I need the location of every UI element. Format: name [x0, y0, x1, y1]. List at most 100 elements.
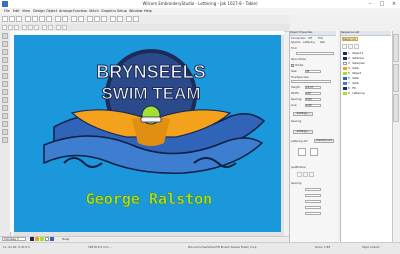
- auto-digitize-tool-icon[interactable]: [2, 105, 8, 111]
- height-field[interactable]: 14.07: [305, 86, 321, 89]
- color-film-icon[interactable]: [110, 16, 116, 22]
- ungroup-icon[interactable]: [62, 25, 67, 30]
- align-left-icon[interactable]: [22, 25, 27, 30]
- stitch-player-icon[interactable]: [117, 16, 123, 22]
- color-swatch-navy[interactable]: [30, 237, 34, 241]
- fill-tool-icon[interactable]: [2, 65, 8, 71]
- group-icon[interactable]: [56, 25, 61, 30]
- grid-icon[interactable]: [78, 16, 84, 22]
- arc-preview-icon[interactable]: [298, 148, 306, 156]
- object-properties-vtab[interactable]: [393, 34, 399, 62]
- tab-lettering[interactable]: Lettering: [303, 41, 315, 44]
- team-names-tool-icon[interactable]: [2, 97, 8, 103]
- seq-down-icon[interactable]: [348, 44, 353, 49]
- sequence-row[interactable]: 9 Lettering: [348, 91, 390, 96]
- seq-up-icon[interactable]: [342, 44, 347, 49]
- color-swatch-lime[interactable]: [40, 237, 44, 241]
- select-icon[interactable]: [2, 25, 7, 30]
- undo-icon[interactable]: [55, 16, 61, 22]
- size-field[interactable]: 30: [305, 70, 321, 73]
- line-field[interactable]: 0.00: [305, 104, 321, 107]
- menu-window[interactable]: Window: [129, 9, 142, 13]
- lettering-icon[interactable]: [14, 25, 19, 30]
- menu-view[interactable]: View: [22, 9, 30, 13]
- open-icon[interactable]: [9, 16, 15, 22]
- menu-function[interactable]: Function: [73, 9, 87, 13]
- menu-setup[interactable]: Setup: [117, 9, 127, 13]
- text-tool-icon[interactable]: [2, 49, 8, 55]
- zoom-icon[interactable]: [71, 16, 77, 22]
- slant-field[interactable]: [305, 212, 321, 215]
- pointer-tool-icon[interactable]: [2, 33, 8, 39]
- design-list-tab[interactable]: Design List: [342, 37, 358, 41]
- settings-button[interactable]: Settings...: [293, 112, 313, 116]
- travel-icon[interactable]: [101, 16, 107, 22]
- hoop-icon[interactable]: [126, 16, 132, 22]
- tab-sati[interactable]: Sati: [320, 41, 325, 44]
- minimize-button[interactable]: –: [364, 0, 376, 8]
- design-canvas[interactable]: BRYNSEELS SWIM TEAM George Ralston: [14, 35, 284, 232]
- tab-off[interactable]: Off: [308, 37, 312, 40]
- tab-connectors[interactable]: Connectors: [291, 37, 306, 40]
- menu-object[interactable]: Object: [46, 9, 57, 13]
- close-button[interactable]: ×: [388, 0, 400, 8]
- branching-tool-icon[interactable]: [2, 113, 8, 119]
- menu-stitch[interactable]: Stitch: [89, 9, 99, 13]
- satin-tool-icon[interactable]: [2, 57, 8, 63]
- show-objects-icon[interactable]: [94, 16, 100, 22]
- font-select[interactable]: [296, 52, 334, 55]
- justify-left-icon[interactable]: [297, 172, 302, 177]
- settings-button-2[interactable]: Settings...: [293, 130, 313, 134]
- weld-tool-icon[interactable]: [2, 129, 8, 135]
- spacing-field[interactable]: 0.00: [305, 98, 321, 101]
- show-stitches-icon[interactable]: [87, 16, 93, 22]
- kerning-field[interactable]: [305, 194, 321, 197]
- knife-tool-icon[interactable]: [2, 121, 8, 127]
- printer-checkbox[interactable]: [291, 64, 294, 67]
- tab-fills[interactable]: Fills: [318, 37, 323, 40]
- menu-graphics[interactable]: Graphics: [101, 9, 116, 13]
- reshape-tool-icon[interactable]: [2, 41, 8, 47]
- run-tool-icon[interactable]: [2, 73, 8, 79]
- measure-icon[interactable]: [133, 16, 139, 22]
- paste-icon[interactable]: [46, 16, 52, 22]
- print-icon[interactable]: [25, 16, 31, 22]
- transform-art-button[interactable]: Transform Art: [314, 139, 334, 143]
- truetype-field[interactable]: [291, 80, 331, 83]
- new-icon[interactable]: [2, 16, 8, 22]
- color-swatch-white[interactable]: [45, 237, 49, 241]
- menu-edit[interactable]: Edit: [13, 9, 20, 13]
- border-tool-icon[interactable]: [2, 137, 8, 143]
- save-icon[interactable]: [16, 16, 22, 22]
- color-palette-vtab[interactable]: [393, 64, 399, 92]
- spacing-field-2[interactable]: [305, 188, 321, 191]
- align-right-icon[interactable]: [34, 25, 39, 30]
- rotate-icon[interactable]: [48, 25, 53, 30]
- copy-icon[interactable]: [39, 16, 45, 22]
- seq-first-icon[interactable]: [354, 44, 359, 49]
- maximize-button[interactable]: □: [376, 0, 388, 8]
- align-center-icon[interactable]: [28, 25, 33, 30]
- angle-field[interactable]: [305, 206, 321, 209]
- justify-right-icon[interactable]: [309, 172, 314, 177]
- applique-tool-icon[interactable]: [2, 81, 8, 87]
- redo-icon[interactable]: [62, 16, 68, 22]
- color-swatch-gold[interactable]: [35, 237, 39, 241]
- wave-preview-icon[interactable]: [310, 148, 318, 156]
- cut-icon[interactable]: [32, 16, 38, 22]
- menu-file[interactable]: File: [4, 9, 10, 13]
- color-swatch-blue[interactable]: [50, 237, 54, 241]
- design-library-vtab[interactable]: [393, 94, 399, 122]
- tab-special[interactable]: Special: [291, 41, 300, 44]
- baseline-field[interactable]: [305, 200, 321, 203]
- monogram-tool-icon[interactable]: [2, 89, 8, 95]
- menu-design[interactable]: Design: [33, 9, 45, 13]
- justify-center-icon[interactable]: [303, 172, 308, 177]
- mirror-icon[interactable]: [42, 25, 47, 30]
- vertical-scrollbar[interactable]: [281, 35, 284, 232]
- menu-arrange[interactable]: Arrange: [59, 9, 73, 13]
- width-field[interactable]: 100: [305, 92, 321, 95]
- embroidery-design[interactable]: BRYNSEELS SWIM TEAM George Ralston: [14, 35, 284, 232]
- menu-help[interactable]: Help: [144, 9, 152, 13]
- reshape-icon[interactable]: [8, 25, 13, 30]
